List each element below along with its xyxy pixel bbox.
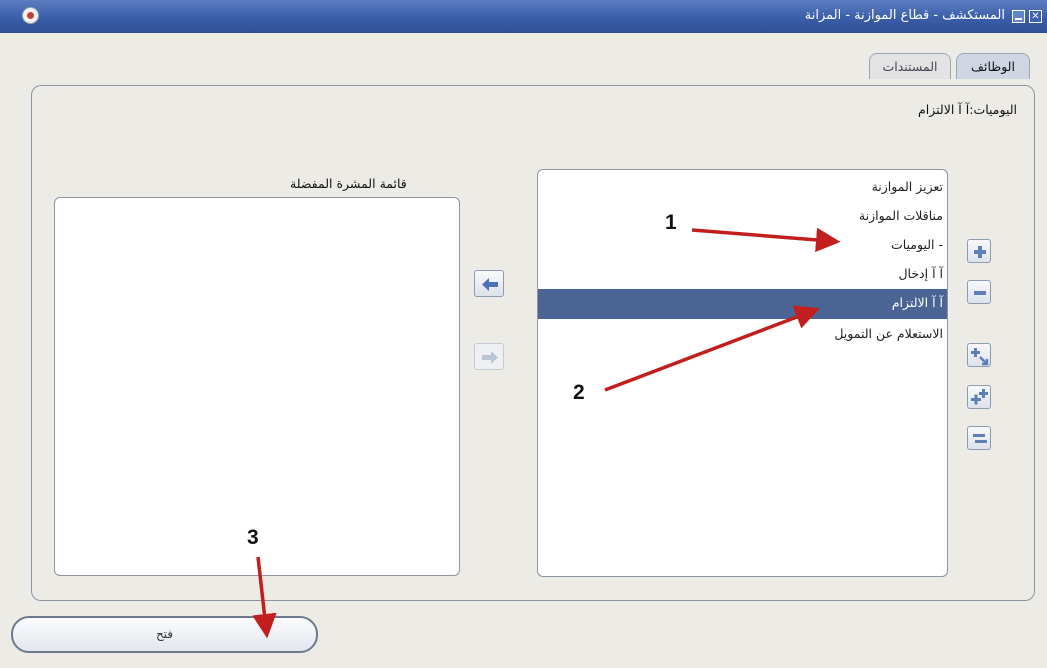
close-icon[interactable]: ✕ (1029, 10, 1042, 23)
expand-icon[interactable] (967, 239, 991, 263)
list-item[interactable]: - اليوميات (538, 231, 947, 261)
open-button[interactable]: فتح (11, 616, 318, 653)
expand-branch-icon[interactable] (967, 385, 991, 409)
breadcrumb: اليوميات:آ آ الالتزام (918, 102, 1017, 117)
expand-all-icon[interactable] (967, 343, 991, 367)
annotation-1: 1 (665, 211, 677, 234)
annotation-2: 2 (573, 381, 585, 404)
favorites-label: قائمة المشرة المفضلة (290, 176, 407, 191)
collapse-all-icon[interactable] (967, 426, 991, 450)
annotation-3: 3 (247, 526, 259, 549)
list-item[interactable]: الاستعلام عن التمويل (538, 320, 947, 350)
list-item[interactable]: تعزيز الموازنة (538, 173, 947, 203)
favorites-list[interactable] (54, 197, 460, 576)
arrow-left-icon[interactable] (474, 270, 504, 297)
tab-functions[interactable]: الوظائف (956, 53, 1030, 79)
navigator-list[interactable]: تعزيز الموازنة مناقلات الموازنة - اليومي… (537, 169, 948, 577)
collapse-icon[interactable] (967, 280, 991, 304)
tab-documents[interactable]: المستندات (869, 53, 951, 79)
window-title-bar: المستكشف - قطاع الموازنة - المزانة ✕ (0, 0, 1047, 33)
arrow-right-icon[interactable] (474, 343, 504, 370)
app-logo-icon (22, 7, 39, 24)
window-title: المستكشف - قطاع الموازنة - المزانة (804, 8, 1005, 23)
list-item[interactable]: آ آ إدخال (538, 260, 947, 290)
list-item-selected[interactable]: آ آ الالتزام (538, 289, 947, 319)
minimize-icon[interactable] (1012, 10, 1025, 23)
list-item[interactable]: مناقلات الموازنة (538, 202, 947, 232)
